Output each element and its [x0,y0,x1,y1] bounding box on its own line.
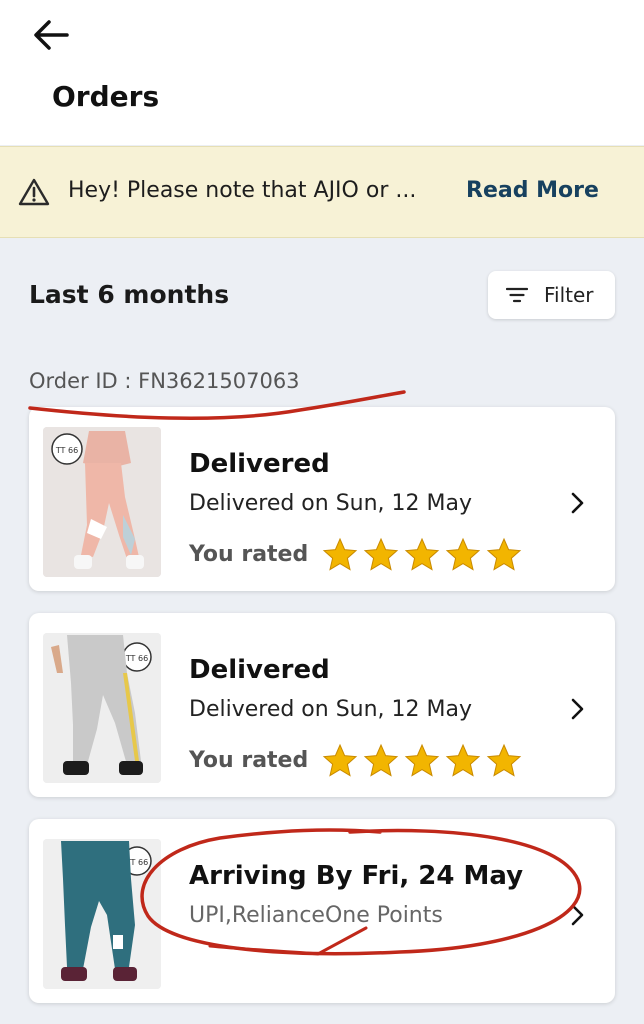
star-icon [405,743,440,777]
order-status: Delivered [189,449,330,479]
chevron-right-icon[interactable] [567,697,587,721]
back-arrow-icon [34,20,69,50]
star-icon [446,743,481,777]
order-item-card[interactable]: TT 66 Delivered Delivered on Sun, 12 May… [29,407,615,591]
product-thumbnail: TT 66 [43,427,161,577]
page-title: Orders [52,80,160,113]
filter-icon [506,287,528,303]
star-icon [487,537,522,571]
chevron-right-icon[interactable] [567,491,587,515]
star-icon [405,537,440,571]
order-status: Arriving By Fri, 24 May [189,861,524,891]
rated-label: You rated [189,747,309,773]
delivery-date: Delivered on Sun, 12 May [189,697,473,722]
star-icon [323,537,358,571]
rating-row: You rated [189,537,527,571]
section-title: Last 6 months [29,280,230,309]
star-icon [364,537,399,571]
star-icon [323,743,358,777]
notice-text: Hey! Please note that AJIO or ... [68,178,417,203]
payment-method: UPI,RelianceOne Points [189,903,443,928]
rating-row: You rated [189,743,527,777]
rated-label: You rated [189,541,309,567]
filter-label: Filter [544,283,594,307]
order-item-card[interactable]: TT 66 Delivered Delivered on Sun, 12 May… [29,613,615,797]
order-status: Delivered [189,655,330,685]
delivery-date: Delivered on Sun, 12 May [189,491,473,516]
filter-button[interactable]: Filter [488,271,615,319]
notice-banner: Hey! Please note that AJIO or ... Read M… [0,146,644,238]
product-thumbnail: TT 66 [43,839,161,989]
read-more-link[interactable]: Read More [466,178,599,203]
star-icon [487,743,522,777]
app-header: Orders [0,0,644,145]
chevron-right-icon[interactable] [567,903,587,927]
star-icon [446,537,481,571]
order-item-card[interactable]: TT 66 Arriving By Fri, 24 May UPI,Relian… [29,819,615,1003]
star-icon [364,743,399,777]
back-button[interactable] [28,14,74,56]
svg-text:TT 66: TT 66 [55,446,78,455]
svg-text:TT 66: TT 66 [125,654,148,663]
warning-icon [18,178,50,206]
product-thumbnail: TT 66 [43,633,161,783]
order-id: Order ID : FN3621507063 [29,369,300,393]
